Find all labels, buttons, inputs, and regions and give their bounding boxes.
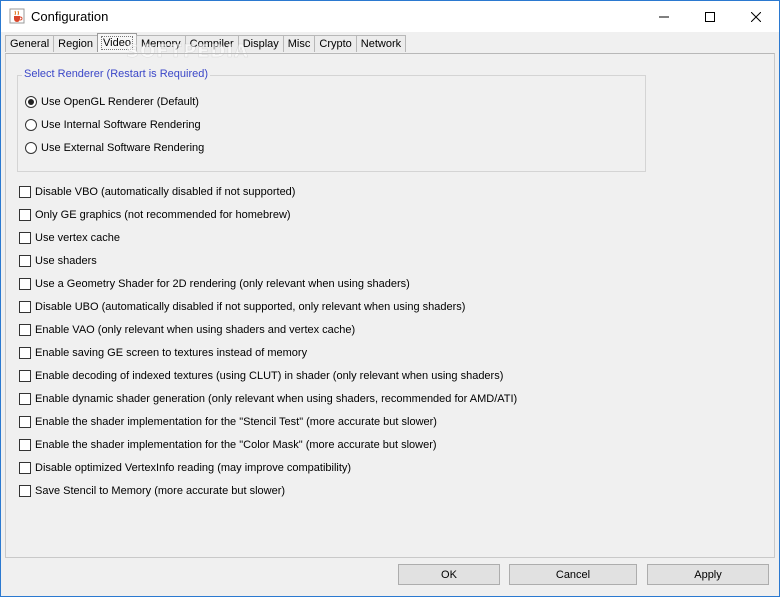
checkbox-label: Use shaders <box>35 255 97 267</box>
tab-misc[interactable]: Misc <box>282 35 316 52</box>
checkbox-label: Enable saving GE screen to textures inst… <box>35 347 308 359</box>
title-bar[interactable]: Configuration <box>1 1 779 32</box>
checkbox[interactable] <box>19 370 31 382</box>
tab-general[interactable]: General <box>5 35 55 52</box>
checkbox[interactable] <box>19 301 31 313</box>
checkbox[interactable] <box>19 324 31 336</box>
checkbox-enable-vao[interactable]: Enable VAO (only relevant when using sha… <box>19 324 355 336</box>
checkbox[interactable] <box>19 416 31 428</box>
checkbox-color-mask-shader[interactable]: Enable the shader implementation for the… <box>19 439 437 451</box>
checkbox-geometry-shader[interactable]: Use a Geometry Shader for 2D rendering (… <box>19 278 410 290</box>
checkbox-label: Disable optimized VertexInfo reading (ma… <box>35 462 352 474</box>
checkbox-label: Disable UBO (automatically disabled if n… <box>35 301 466 313</box>
checkbox-use-vertex-cache[interactable]: Use vertex cache <box>19 232 120 244</box>
tab-label: Display <box>242 38 279 50</box>
checkbox[interactable] <box>19 462 31 474</box>
checkbox-label: Save Stencil to Memory (more accurate bu… <box>35 485 286 497</box>
ok-button[interactable]: OK <box>398 564 500 585</box>
checkbox[interactable] <box>19 485 31 497</box>
cancel-button[interactable]: Cancel <box>509 564 637 585</box>
tab-bar: General Region Video Memory Compiler Dis… <box>5 33 407 53</box>
close-icon <box>751 11 761 22</box>
checkbox-label: Enable dynamic shader generation (only r… <box>35 393 518 405</box>
minimize-button[interactable] <box>641 1 687 32</box>
video-tab-panel: Select Renderer (Restart is Required) Us… <box>5 53 775 558</box>
checkbox-label: Disable VBO (automatically disabled if n… <box>35 186 296 198</box>
tab-label: Region <box>58 38 93 50</box>
checkbox-label: Enable the shader implementation for the… <box>35 416 437 428</box>
tab-label: Network <box>360 38 402 50</box>
radio-button[interactable] <box>25 142 37 154</box>
checkbox[interactable] <box>19 347 31 359</box>
checkbox[interactable] <box>19 278 31 290</box>
checkbox-save-ge-screen[interactable]: Enable saving GE screen to textures inst… <box>19 347 307 359</box>
checkbox-label: Use a Geometry Shader for 2D rendering (… <box>35 278 410 290</box>
renderer-group-title: Select Renderer (Restart is Required) <box>22 68 211 80</box>
checkbox[interactable] <box>19 255 31 267</box>
checkbox-label: Enable decoding of indexed textures (usi… <box>35 370 504 382</box>
checkbox[interactable] <box>19 439 31 451</box>
radio-button[interactable] <box>25 119 37 131</box>
checkbox-disable-ubo[interactable]: Disable UBO (automatically disabled if n… <box>19 301 465 313</box>
tab-region[interactable]: Region <box>53 35 98 52</box>
checkbox-stencil-test-shader[interactable]: Enable the shader implementation for the… <box>19 416 437 428</box>
checkbox-decode-indexed-textures[interactable]: Enable decoding of indexed textures (usi… <box>19 370 503 382</box>
tab-label: Compiler <box>189 38 234 50</box>
radio-opengl-renderer[interactable]: Use OpenGL Renderer (Default) <box>25 96 199 108</box>
checkbox[interactable] <box>19 393 31 405</box>
checkbox-save-stencil-to-memory[interactable]: Save Stencil to Memory (more accurate bu… <box>19 485 285 497</box>
checkbox-disable-vertexinfo-reading[interactable]: Disable optimized VertexInfo reading (ma… <box>19 462 351 474</box>
checkbox-label: Enable VAO (only relevant when using sha… <box>35 324 356 336</box>
window-title: Configuration <box>31 9 109 24</box>
checkbox-label: Only GE graphics (not recommended for ho… <box>35 209 291 221</box>
checkbox-label: Use vertex cache <box>35 232 120 244</box>
radio-internal-software[interactable]: Use Internal Software Rendering <box>25 119 201 131</box>
tab-label: Video <box>101 36 133 50</box>
close-button[interactable] <box>733 1 779 32</box>
tab-label: Misc <box>287 38 311 50</box>
checkbox-only-ge-graphics[interactable]: Only GE graphics (not recommended for ho… <box>19 209 291 221</box>
tab-network[interactable]: Network <box>355 35 407 52</box>
configuration-window: Configuration General Region Video Memor… <box>0 0 780 597</box>
checkbox[interactable] <box>19 232 31 244</box>
radio-label: Use External Software Rendering <box>41 142 205 154</box>
radio-label: Use OpenGL Renderer (Default) <box>41 96 199 108</box>
tab-display[interactable]: Display <box>237 35 284 52</box>
radio-button[interactable] <box>25 96 37 108</box>
checkbox-disable-vbo[interactable]: Disable VBO (automatically disabled if n… <box>19 186 295 198</box>
tab-crypto[interactable]: Crypto <box>314 35 357 52</box>
checkbox-use-shaders[interactable]: Use shaders <box>19 255 97 267</box>
tab-video[interactable]: Video <box>97 33 137 52</box>
checkbox[interactable] <box>19 186 31 198</box>
minimize-icon <box>659 16 669 17</box>
checkbox-label: Enable the shader implementation for the… <box>35 439 437 451</box>
apply-button[interactable]: Apply <box>647 564 769 585</box>
maximize-button[interactable] <box>687 1 733 32</box>
checkbox[interactable] <box>19 209 31 221</box>
java-cup-icon <box>9 8 25 24</box>
tab-label: Memory <box>140 38 181 50</box>
tab-memory[interactable]: Memory <box>135 35 186 52</box>
radio-external-software[interactable]: Use External Software Rendering <box>25 142 204 154</box>
maximize-icon <box>705 11 715 22</box>
checkbox-dynamic-shader-generation[interactable]: Enable dynamic shader generation (only r… <box>19 393 517 405</box>
tab-label: General <box>10 38 50 50</box>
tab-compiler[interactable]: Compiler <box>184 35 239 52</box>
tab-label: Crypto <box>319 38 352 50</box>
radio-label: Use Internal Software Rendering <box>41 119 201 131</box>
